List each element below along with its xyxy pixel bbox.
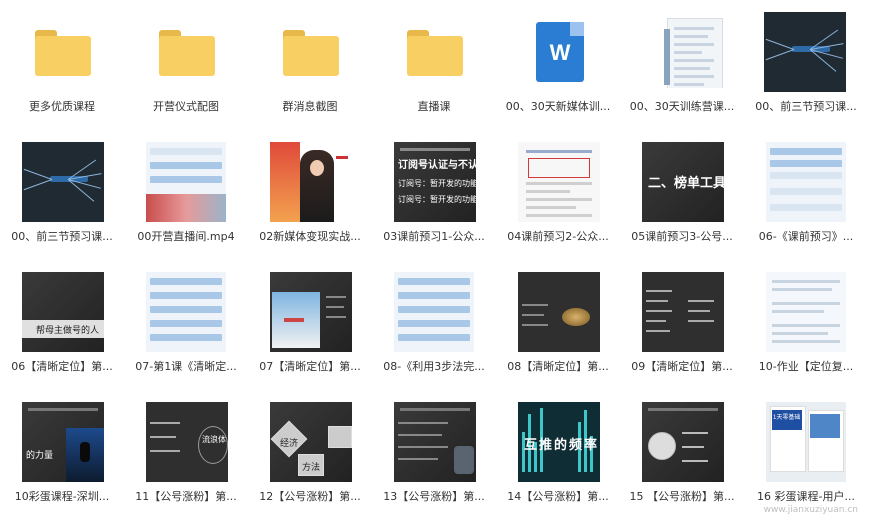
- folder-icon: [15, 12, 109, 88]
- file-item[interactable]: 09【清晰定位】第...: [620, 260, 744, 388]
- file-label: 13【公号涨粉】第...: [383, 490, 485, 503]
- file-item[interactable]: 08-《利用3步法完...: [372, 260, 496, 388]
- thumb-text: 二、榜单工具: [648, 175, 724, 190]
- file-label: 07【清晰定位】第...: [259, 360, 361, 373]
- file-label: 群消息截图: [282, 100, 338, 113]
- file-item[interactable]: 1天零基础 入门引流课 16 彩蛋课程-用户...: [744, 390, 868, 518]
- thumb-text: 订阅号认证与不认证的: [398, 160, 476, 171]
- image-thumbnail: [270, 272, 352, 352]
- file-label: 开营仪式配图: [153, 100, 219, 113]
- file-item[interactable]: 直播课: [372, 0, 496, 128]
- file-label: 02新媒体变现实战...: [259, 230, 361, 243]
- file-item[interactable]: 帮母主做号的人 06【清晰定位】第...: [0, 260, 124, 388]
- video-thumbnail: [270, 142, 352, 222]
- file-item[interactable]: 流浪体 11【公号涨粉】第...: [124, 390, 248, 518]
- image-thumbnail: [394, 402, 476, 482]
- file-label: 11【公号涨粉】第...: [135, 490, 237, 503]
- image-thumbnail: 流浪体: [146, 402, 228, 482]
- file-item[interactable]: 15 【公号涨粉】第...: [620, 390, 744, 518]
- file-label: 10-作业【定位复...: [758, 360, 854, 373]
- file-label: 00、前三节预习课...: [11, 230, 113, 243]
- file-item[interactable]: 二、榜单工具 05课前预习3-公号...: [620, 130, 744, 258]
- file-item[interactable]: 08【清晰定位】第...: [496, 260, 620, 388]
- file-item[interactable]: 02新媒体变现实战...: [248, 130, 372, 258]
- file-label: 08-《利用3步法完...: [383, 360, 485, 373]
- word-document-icon: W: [506, 12, 600, 88]
- file-grid: 更多优质课程 开营仪式配图 群消息截图 直播课 W 00、30天新媒体训...: [0, 0, 870, 519]
- image-thumbnail: [766, 272, 846, 352]
- file-item[interactable]: 13【公号涨粉】第...: [372, 390, 496, 518]
- watermark-text: www.jianxuziyuan.cn: [763, 505, 858, 515]
- file-label: 06-《课前预习》...: [758, 230, 854, 243]
- file-label: 09【清晰定位】第...: [631, 360, 733, 373]
- file-label: 04课前预习2-公众...: [507, 230, 609, 243]
- image-thumbnail: 帮母主做号的人: [22, 272, 104, 352]
- image-thumbnail: [642, 402, 724, 482]
- file-item[interactable]: 开营仪式配图: [124, 0, 248, 128]
- file-item[interactable]: 00、30天训练营课...: [620, 0, 744, 128]
- file-label: 更多优质课程: [29, 100, 95, 113]
- image-thumbnail: 的力量: [22, 402, 104, 482]
- file-label: 直播课: [417, 100, 451, 113]
- file-label: 00、30天新媒体训...: [505, 100, 611, 113]
- image-thumbnail: 经济 方法: [270, 402, 352, 482]
- file-item[interactable]: 07【清晰定位】第...: [248, 260, 372, 388]
- file-item[interactable]: 07-第1课《清晰定...: [124, 260, 248, 388]
- image-thumbnail: [518, 272, 600, 352]
- file-item[interactable]: 群消息截图: [248, 0, 372, 128]
- thumb-text: 流浪体: [202, 435, 226, 444]
- file-item[interactable]: 互推的频率 14【公号涨粉】第...: [496, 390, 620, 518]
- file-label: 10彩蛋课程-深圳...: [14, 490, 110, 503]
- file-label: 07-第1课《清晰定...: [135, 360, 237, 373]
- image-thumbnail: 订阅号认证与不认证的 订阅号：暂开发的功能少，可升 订阅号：暂开发的功能多，不能…: [394, 142, 476, 222]
- file-label: 06【清晰定位】第...: [11, 360, 113, 373]
- file-label: 16 彩蛋课程-用户...: [757, 490, 855, 503]
- thumb-text: 帮母主做号的人: [36, 325, 100, 335]
- image-thumbnail: [642, 272, 724, 352]
- folder-icon: [263, 12, 357, 88]
- file-label: 00、前三节预习课...: [755, 100, 857, 113]
- thumb-text: 经济: [280, 438, 299, 448]
- file-label: 12【公号涨粉】第...: [259, 490, 361, 503]
- image-thumbnail: [146, 272, 226, 352]
- folder-icon: [139, 12, 233, 88]
- mind-map-thumbnail: [22, 142, 104, 222]
- image-thumbnail: [518, 142, 600, 222]
- file-label: 08【清晰定位】第...: [507, 360, 609, 373]
- thumb-text: 方法: [302, 462, 321, 472]
- file-item[interactable]: 订阅号认证与不认证的 订阅号：暂开发的功能少，可升 订阅号：暂开发的功能多，不能…: [372, 130, 496, 258]
- file-item[interactable]: 的力量 10彩蛋课程-深圳...: [0, 390, 124, 518]
- thumb-text: 订阅号：暂开发的功能多，不能升: [398, 195, 476, 204]
- folder-icon: [387, 12, 481, 88]
- file-label: 05课前预习3-公号...: [631, 230, 733, 243]
- image-thumbnail: [766, 142, 846, 222]
- file-item[interactable]: 00、前三节预习课...: [0, 130, 124, 258]
- file-item[interactable]: 06-《课前预习》...: [744, 130, 868, 258]
- thumb-text: 的力量: [26, 450, 54, 460]
- image-thumbnail: 二、榜单工具: [642, 142, 724, 222]
- thumb-text: 订阅号：暂开发的功能少，可升: [398, 179, 476, 188]
- video-thumbnail: [146, 142, 226, 222]
- file-item[interactable]: W 00、30天新媒体训...: [496, 0, 620, 128]
- mind-map-thumbnail: [764, 12, 846, 92]
- file-label: 00、30天训练营课...: [629, 100, 735, 113]
- file-label: 03课前预习1-公众...: [383, 230, 485, 243]
- file-item[interactable]: 00开营直播间.mp4: [124, 130, 248, 258]
- image-thumbnail: [394, 272, 474, 352]
- file-item[interactable]: 04课前预习2-公众...: [496, 130, 620, 258]
- document-icon: [635, 12, 729, 88]
- file-label: 14【公号涨粉】第...: [507, 490, 609, 503]
- file-item[interactable]: 10-作业【定位复...: [744, 260, 868, 388]
- image-thumbnail: 1天零基础 入门引流课: [766, 402, 846, 482]
- file-item[interactable]: 经济 方法 12【公号涨粉】第...: [248, 390, 372, 518]
- file-label: 00开营直播间.mp4: [137, 230, 235, 243]
- image-thumbnail: 互推的频率: [518, 402, 600, 482]
- file-item[interactable]: 更多优质课程: [0, 0, 124, 128]
- thumb-text: 互推的频率: [524, 437, 600, 452]
- file-item[interactable]: 00、前三节预习课...: [744, 0, 868, 128]
- file-label: 15 【公号涨粉】第...: [629, 490, 735, 503]
